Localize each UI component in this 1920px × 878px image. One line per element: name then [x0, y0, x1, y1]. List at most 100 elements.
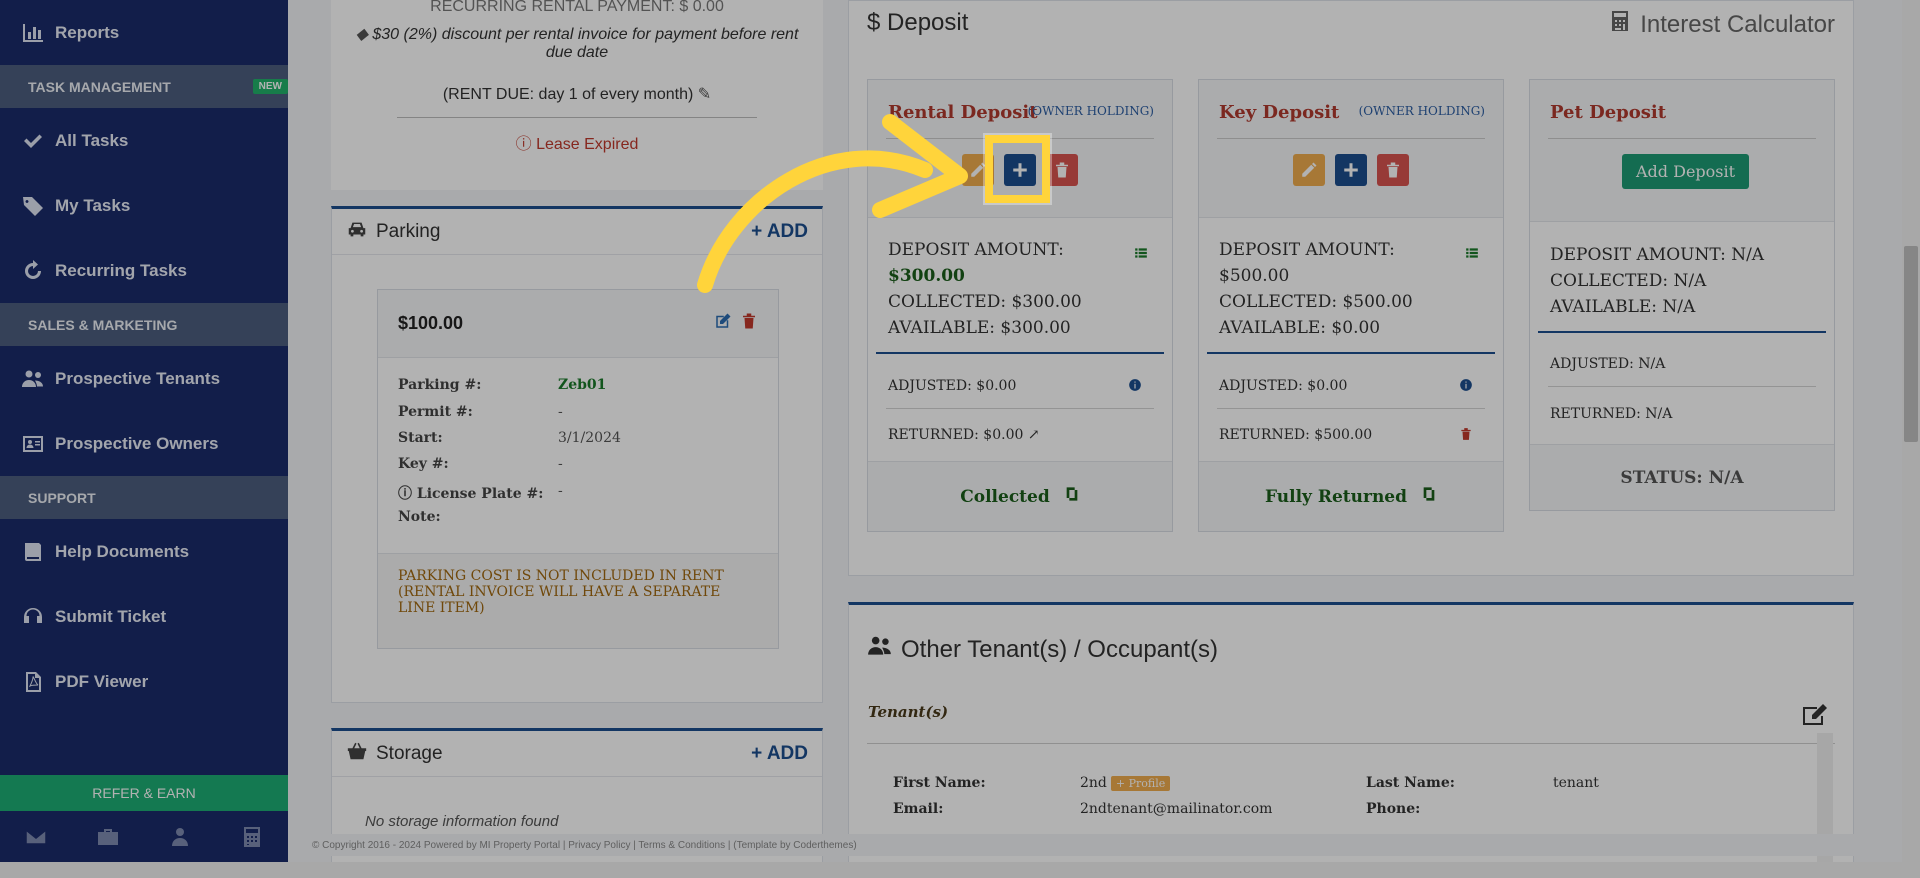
- storage-add-button[interactable]: + ADD: [751, 743, 808, 765]
- sidebar-item-prospective-owners[interactable]: Prospective Owners: [0, 411, 288, 476]
- amount-value: $500.00: [1219, 266, 1290, 286]
- external-link-icon[interactable]: ↗: [1028, 427, 1040, 443]
- sidebar-item-label: PDF Viewer: [55, 671, 149, 691]
- refer-earn-button[interactable]: REFER & EARN: [0, 775, 288, 811]
- trash-icon: [1056, 162, 1068, 178]
- card-header: Pet Deposit Add Deposit: [1530, 80, 1834, 222]
- parking-actions: [714, 312, 758, 335]
- amount-line: DEPOSIT AMOUNT: N/A: [1550, 245, 1765, 265]
- section-label: TASK MANAGEMENT: [28, 78, 171, 95]
- edit-deposit-button[interactable]: [1293, 154, 1325, 186]
- edit-tenants-button[interactable]: [1801, 703, 1829, 732]
- lease-status-label: Lease Expired: [536, 136, 639, 153]
- discount-text: ◆ $30 (2%) discount per rental invoice f…: [331, 24, 823, 62]
- field-value: Zeb01: [558, 377, 607, 393]
- divider: [1217, 138, 1485, 139]
- section-label: SALES & MARKETING: [28, 316, 178, 333]
- returned: RETURNED: N/A: [1550, 406, 1673, 422]
- status-label: Fully Returned: [1264, 486, 1408, 507]
- check-icon: [18, 129, 48, 153]
- edit-icon[interactable]: [714, 312, 732, 335]
- list-icon[interactable]: [1465, 242, 1479, 268]
- deposit-panel: $ Deposit Interest Calculator Rental Dep…: [848, 0, 1854, 576]
- interest-calculator-link[interactable]: Interest Calculator: [1608, 9, 1835, 40]
- pdf-icon: [18, 670, 48, 694]
- sidebar-item-help-documents[interactable]: Help Documents: [0, 519, 288, 584]
- divider: [1217, 408, 1485, 409]
- deposit-summary: DEPOSIT AMOUNT: N/A COLLECTED: N/A AVAIL…: [1550, 242, 1820, 320]
- adjusted: ADJUSTED: $0.00: [1219, 378, 1348, 394]
- users-icon: [867, 633, 893, 666]
- sidebar-item-pdf-viewer[interactable]: PDF Viewer: [0, 649, 288, 714]
- add-deposit-button[interactable]: Add Deposit: [1622, 154, 1750, 189]
- user-icon[interactable]: [168, 825, 192, 854]
- deposit-status: Fully Returned: [1199, 461, 1503, 531]
- holding-label: (OWNER HOLDING): [1358, 104, 1485, 118]
- phone-label: Phone:: [1366, 801, 1421, 817]
- info-icon[interactable]: [1128, 378, 1142, 397]
- edit-icon[interactable]: ✎: [698, 86, 711, 103]
- add-label: ADD: [766, 742, 808, 764]
- email-label: Email:: [893, 801, 944, 817]
- profile-badge[interactable]: + Profile: [1110, 776, 1171, 791]
- list-icon[interactable]: [1134, 242, 1148, 268]
- sidebar-item-reports[interactable]: Reports: [0, 0, 288, 65]
- email-value: 2ndtenant@mailinator.com: [1080, 801, 1273, 817]
- recurring-payment: RECURRING RENTAL PAYMENT: $ 0.00: [430, 0, 724, 15]
- rent-due-label: (RENT DUE: day 1 of every month): [442, 86, 694, 103]
- collected: COLLECTED: $500.00: [1219, 292, 1413, 312]
- discount-label: $30 (2%) discount per rental invoice for…: [372, 26, 799, 61]
- returned-label: RETURNED: $0.00: [888, 427, 1024, 443]
- tag-icon: [18, 194, 48, 218]
- sidebar-item-label: Help Documents: [55, 541, 190, 561]
- sidebar-item-submit-ticket[interactable]: Submit Ticket: [0, 584, 288, 649]
- parking-card-header: $100.00: [378, 290, 778, 358]
- calculator-icon[interactable]: [240, 825, 264, 854]
- sidebar-item-label: My Tasks: [55, 195, 131, 215]
- key-deposit-card: Key Deposit (OWNER HOLDING) DEPOSIT AMOU…: [1198, 79, 1504, 532]
- last-name-value: tenant: [1553, 775, 1599, 791]
- briefcase-icon[interactable]: [96, 825, 120, 854]
- book-icon: [18, 540, 48, 564]
- sidebar-item-label: Prospective Tenants: [55, 368, 221, 388]
- trash-icon[interactable]: [1459, 427, 1473, 446]
- available: AVAILABLE: $300.00: [888, 318, 1071, 338]
- divider: [1207, 352, 1495, 354]
- delete-deposit-button[interactable]: [1377, 154, 1409, 186]
- receipt-icon[interactable]: [1064, 486, 1080, 507]
- scrollbar-thumb[interactable]: [1904, 246, 1918, 442]
- parking-title-label: Parking: [376, 220, 441, 242]
- horizontal-scrollbar[interactable]: [0, 862, 1920, 878]
- available: AVAILABLE: $0.00: [1219, 318, 1381, 338]
- envelope-icon[interactable]: [24, 825, 48, 854]
- tenants-subtitle: Tenant(s): [868, 703, 949, 721]
- sidebar-footer: [0, 820, 288, 858]
- trash-icon[interactable]: [740, 312, 758, 335]
- collected: COLLECTED: N/A: [1550, 271, 1707, 291]
- deposit-title-label: Deposit: [887, 9, 969, 36]
- receipt-icon[interactable]: [1421, 486, 1437, 507]
- status-label: Collected: [960, 486, 1050, 507]
- new-badge: NEW: [252, 79, 288, 94]
- bar-chart-icon: [18, 21, 48, 45]
- divider: [886, 408, 1154, 409]
- id-card-icon: [18, 432, 48, 456]
- sidebar-item-recurring-tasks[interactable]: Recurring Tasks: [0, 238, 288, 303]
- field-label: Note:: [398, 509, 441, 525]
- field-label-license: ⓘ License Plate #:: [398, 483, 543, 503]
- info-icon[interactable]: [1459, 378, 1473, 397]
- pet-deposit-card: Pet Deposit Add Deposit DEPOSIT AMOUNT: …: [1529, 79, 1835, 511]
- storage-title: Storage: [346, 740, 443, 768]
- parking-note: PARKING COST IS NOT INCLUDED IN RENT (RE…: [378, 553, 778, 648]
- storage-title-label: Storage: [376, 742, 443, 764]
- vertical-scrollbar[interactable]: [1902, 0, 1920, 862]
- field-label: License Plate #:: [416, 486, 544, 502]
- sidebar-item-all-tasks[interactable]: All Tasks: [0, 108, 288, 173]
- sidebar-item-prospective-tenants[interactable]: Prospective Tenants: [0, 346, 288, 411]
- delete-deposit-button[interactable]: [1046, 154, 1078, 186]
- parking-card: $100.00 Parking #: Zeb01 Permit #: - Sta…: [377, 289, 779, 649]
- deposit-status: Collected: [868, 461, 1172, 531]
- deposit-name: Pet Deposit: [1550, 102, 1667, 123]
- sidebar-item-my-tasks[interactable]: My Tasks: [0, 173, 288, 238]
- add-deposit-transaction-button[interactable]: [1335, 154, 1367, 186]
